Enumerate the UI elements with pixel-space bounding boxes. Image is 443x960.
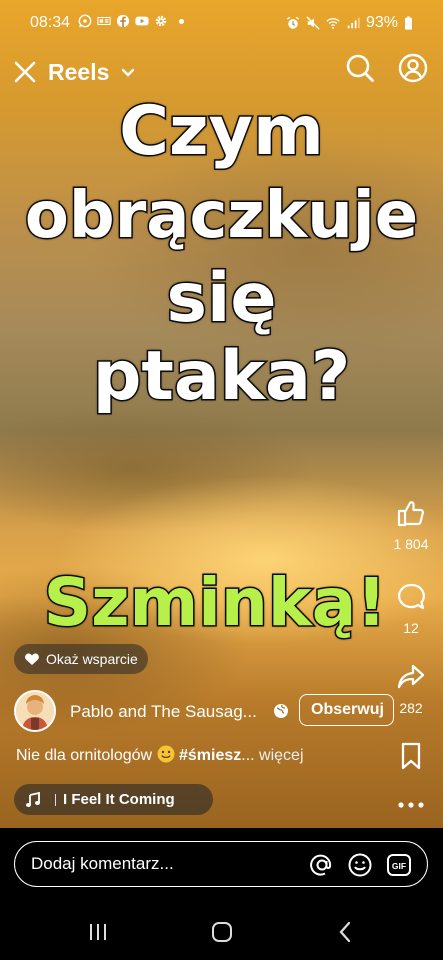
caption-answer: Szminką! <box>42 563 388 643</box>
music-chip[interactable]: I Feel It Coming <box>14 784 213 815</box>
more-dots-icon <box>398 802 424 808</box>
more-options-button[interactable] <box>385 790 437 820</box>
description-ellipsis: ... <box>241 747 255 764</box>
avatar-image <box>16 692 54 730</box>
description-text: Nie dla ornitologów <box>16 747 153 764</box>
bookmark-icon <box>401 742 421 770</box>
music-note-icon <box>26 791 40 807</box>
gif-icon[interactable]: GIF <box>386 852 412 878</box>
comment-icon <box>397 583 425 610</box>
video-caption: Czym obrączkuje się ptaka? Szminką! <box>0 0 443 700</box>
share-icon <box>397 664 425 689</box>
back-icon[interactable] <box>334 920 358 944</box>
comment-placeholder: Dodaj komentarz... <box>31 854 174 873</box>
avatar[interactable] <box>14 690 56 732</box>
system-nav-bar <box>0 908 443 960</box>
caption-line-4: ptaka? <box>91 336 352 418</box>
smiling-emoji-icon <box>157 745 175 763</box>
reel-description[interactable]: Nie dla ornitologów #śmiesz... więcej <box>16 745 304 765</box>
like-count: 1 804 <box>393 536 429 552</box>
globe-icon <box>274 704 288 718</box>
bottom-area: Dodaj komentarz... GIF <box>0 828 443 960</box>
music-title: I Feel It Coming <box>63 791 175 808</box>
caption-line-1: Czym <box>118 91 326 173</box>
more-link[interactable]: więcej <box>259 747 303 764</box>
svg-text:GIF: GIF <box>392 861 406 871</box>
music-divider <box>55 793 56 806</box>
support-chip[interactable]: Okaż wsparcie <box>14 644 148 674</box>
thumbs-up-icon <box>397 501 424 527</box>
support-heart-icon <box>25 653 39 665</box>
caption-line-3: się <box>165 258 278 340</box>
like-button[interactable]: 1 804 <box>385 498 437 552</box>
author-row: Pablo and The Sausag... Obserwuj <box>14 690 394 732</box>
caption-line-2: obrączkuje <box>23 178 419 255</box>
follow-button[interactable]: Obserwuj <box>299 694 394 726</box>
recent-apps-icon[interactable] <box>86 920 110 944</box>
comment-count: 12 <box>403 620 419 636</box>
comment-button[interactable]: 12 <box>385 582 437 636</box>
follow-label: Obserwuj <box>311 701 384 718</box>
mention-icon[interactable] <box>309 852 335 878</box>
save-button[interactable] <box>385 741 437 771</box>
home-icon[interactable] <box>210 920 234 944</box>
description-hashtag[interactable]: #śmiesz <box>179 747 241 764</box>
comment-input[interactable]: Dodaj komentarz... GIF <box>14 841 428 887</box>
support-label: Okaż wsparcie <box>46 651 138 667</box>
author-name[interactable]: Pablo and The Sausag... <box>70 702 257 722</box>
emoji-icon[interactable] <box>347 852 373 878</box>
